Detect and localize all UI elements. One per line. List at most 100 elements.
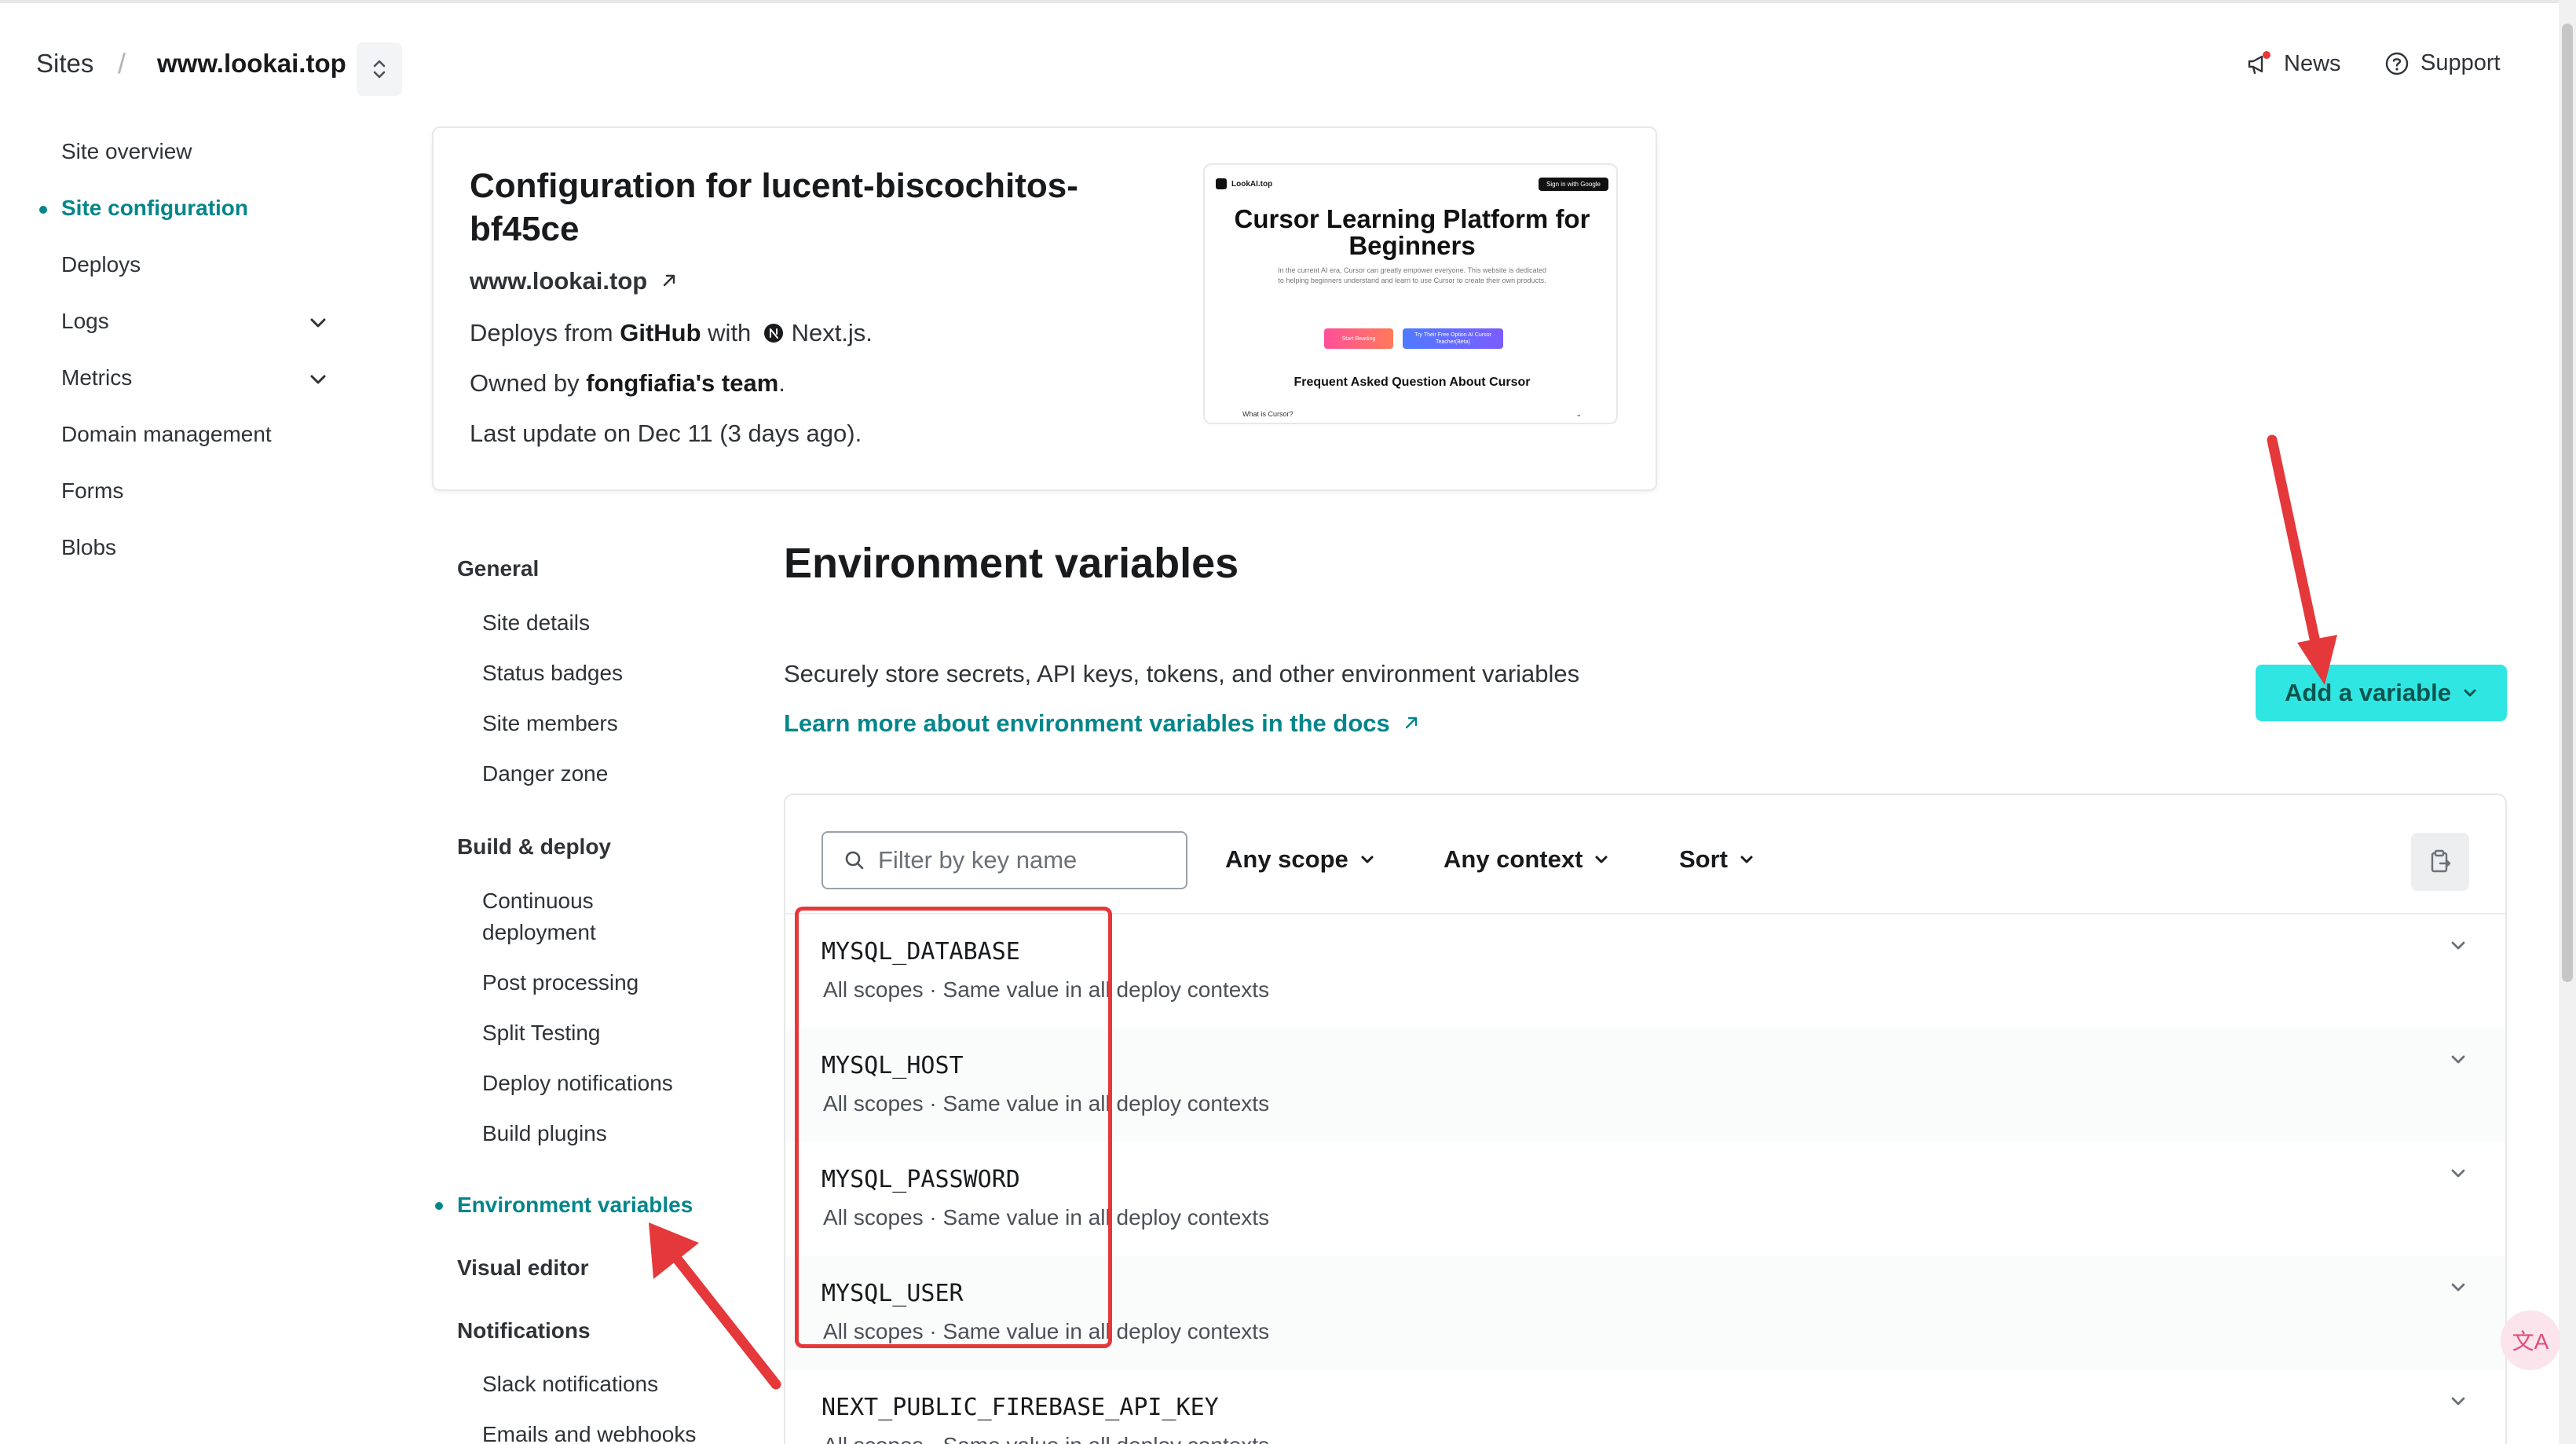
chevron-down-icon — [1361, 856, 1374, 863]
sort-dropdown-label: Sort — [1679, 845, 1728, 873]
add-variable-button[interactable]: Add a variable — [2256, 665, 2507, 721]
nav-metrics[interactable]: Metrics — [61, 365, 132, 390]
variable-row[interactable]: NEXT_PUBLIC_FIREBASE_API_KEY All scopes … — [785, 1370, 2505, 1444]
deploys-from-line: Deploys from GitHub with Next.js. — [470, 319, 873, 347]
breadcrumb-site-name[interactable]: www.lookai.top — [157, 49, 346, 79]
breadcrumb-separator: / — [118, 47, 126, 79]
settings-group-build-deploy[interactable]: Build & deploy — [457, 834, 611, 859]
scrollbar-thumb[interactable] — [2562, 24, 2573, 982]
settings-site-details[interactable]: Site details — [482, 607, 590, 639]
search-icon — [845, 851, 864, 870]
support-label: Support — [2420, 50, 2501, 75]
nav-logs[interactable]: Logs — [61, 309, 109, 334]
site-preview-thumbnail[interactable]: LookAI.top Sign in with Google Cursor Le… — [1203, 163, 1618, 424]
chevron-up-down-icon — [373, 60, 386, 79]
framework-name: Next.js. — [791, 319, 873, 346]
learn-more-text: Learn more about environment variables i… — [784, 709, 1390, 737]
preview-start-button: Start Reading — [1324, 328, 1393, 349]
preview-faq-heading: Frequent Asked Question About Cursor — [1293, 376, 1531, 389]
external-link-icon — [1406, 717, 1418, 729]
variable-key: NEXT_PUBLIC_FIREBASE_API_KEY — [821, 1394, 1219, 1421]
preview-topbar: LookAI.top Sign in with Google — [1216, 173, 1608, 195]
scope-dropdown[interactable]: Any scope — [1225, 845, 1375, 874]
chevron-down-icon[interactable] — [2449, 1395, 2468, 1408]
nav-site-overview[interactable]: Site overview — [61, 139, 192, 164]
site-config-title: Configuration for lucent-biscochitos-bf4… — [470, 167, 1078, 248]
scope-dropdown-label: Any scope — [1225, 845, 1348, 873]
chevron-down-icon[interactable] — [2449, 1281, 2468, 1294]
chevron-down-icon[interactable] — [308, 372, 328, 387]
arrow-to-add-variable — [2267, 434, 2337, 685]
chevron-down-icon[interactable] — [2449, 1054, 2468, 1066]
preview-try-button: Try Their Free Option AI Cursor Teacher(… — [1403, 328, 1503, 349]
owner-name: fongfiafia's team — [586, 369, 779, 397]
breadcrumb-sites[interactable]: Sites — [36, 49, 93, 79]
settings-status-badges[interactable]: Status badges — [482, 658, 623, 689]
active-indicator-dot — [39, 206, 47, 214]
megaphone-icon — [2248, 51, 2270, 75]
news-label: News — [2284, 50, 2341, 76]
nextjs-icon — [763, 324, 783, 343]
filter-input[interactable]: Filter by key name — [821, 831, 1187, 889]
import-variables-button[interactable] — [2411, 833, 2469, 891]
top-border — [0, 0, 2576, 3]
nav-site-configuration[interactable]: Site configuration — [61, 196, 248, 221]
owned-suffix: . — [778, 369, 785, 397]
news-button[interactable]: News — [2246, 50, 2341, 77]
chevron-down-icon[interactable] — [2449, 1167, 2468, 1180]
settings-slack-notifications[interactable]: Slack notifications — [482, 1369, 658, 1400]
chevron-down-icon[interactable] — [308, 316, 328, 330]
preview-heading: Cursor Learning Platform for Beginners — [1234, 204, 1590, 260]
owned-prefix: Owned by — [470, 369, 580, 397]
external-link-icon — [663, 274, 675, 287]
page-title: Environment variables — [784, 540, 1239, 587]
nav-blobs[interactable]: Blobs — [61, 535, 116, 560]
settings-group-notifications[interactable]: Notifications — [457, 1318, 591, 1343]
last-update-line: Last update on Dec 11 (3 days ago). — [470, 420, 862, 447]
add-variable-label: Add a variable — [2285, 679, 2451, 706]
settings-environment-variables[interactable]: Environment variables — [457, 1193, 693, 1218]
env-description: Securely store secrets, API keys, tokens… — [784, 660, 1580, 687]
owned-by-line: Owned by fongfiafia's team. — [470, 369, 785, 398]
settings-group-general[interactable]: General — [457, 556, 539, 581]
deploy-source: GitHub — [620, 319, 701, 346]
arrow-to-env-vars-nav — [649, 1222, 781, 1390]
help-circle-icon — [2385, 52, 2409, 75]
chevron-down-icon — [1595, 856, 1608, 863]
site-url-text: www.lookai.top — [470, 267, 648, 295]
settings-emails-webhooks[interactable]: Emails and webhooks — [482, 1419, 696, 1444]
active-indicator-dot — [435, 1202, 443, 1210]
context-dropdown-label: Any context — [1444, 845, 1583, 873]
settings-visual-editor[interactable]: Visual editor — [457, 1255, 589, 1281]
settings-post-processing[interactable]: Post processing — [482, 967, 639, 999]
chevron-down-icon[interactable] — [2449, 940, 2468, 952]
chevron-down-icon — [2464, 689, 2476, 697]
nav-deploys[interactable]: Deploys — [61, 252, 141, 277]
nav-forms[interactable]: Forms — [61, 478, 123, 504]
support-button[interactable]: Support — [2384, 50, 2501, 76]
preview-faq-item: What is Cursor? ⌄ — [1242, 410, 1582, 419]
preview-logo-text: LookAI.top — [1231, 179, 1273, 189]
preview-logo: LookAI.top — [1216, 178, 1272, 189]
settings-continuous-deployment[interactable]: Continuous deployment — [482, 885, 639, 948]
context-dropdown[interactable]: Any context — [1444, 845, 1609, 874]
settings-site-members[interactable]: Site members — [482, 708, 618, 739]
translate-widget-button[interactable]: 文A — [2501, 1310, 2560, 1370]
settings-danger-zone[interactable]: Danger zone — [482, 758, 608, 790]
filter-placeholder: Filter by key name — [878, 846, 1078, 874]
site-url-link[interactable]: www.lookai.top — [470, 267, 678, 295]
preview-faq-question: What is Cursor? — [1242, 410, 1293, 418]
variable-meta: All scopes · Same value in all deploy co… — [823, 1433, 1269, 1444]
deploys-prefix: Deploys from — [470, 319, 613, 346]
sort-dropdown[interactable]: Sort — [1679, 845, 1755, 874]
settings-build-plugins[interactable]: Build plugins — [482, 1118, 607, 1149]
settings-split-testing[interactable]: Split Testing — [482, 1017, 600, 1049]
deploys-with: with — [708, 319, 752, 346]
chevron-down-icon — [1740, 856, 1753, 863]
site-switcher-button[interactable] — [357, 42, 402, 96]
learn-more-link[interactable]: Learn more about environment variables i… — [784, 709, 1420, 738]
preview-paragraph: In the current AI era, Cursor can greatl… — [1277, 266, 1546, 284]
settings-deploy-notifications[interactable]: Deploy notifications — [482, 1068, 673, 1099]
preview-chevron-icon: ⌄ — [1575, 410, 1582, 418]
nav-domain-management[interactable]: Domain management — [61, 422, 272, 447]
